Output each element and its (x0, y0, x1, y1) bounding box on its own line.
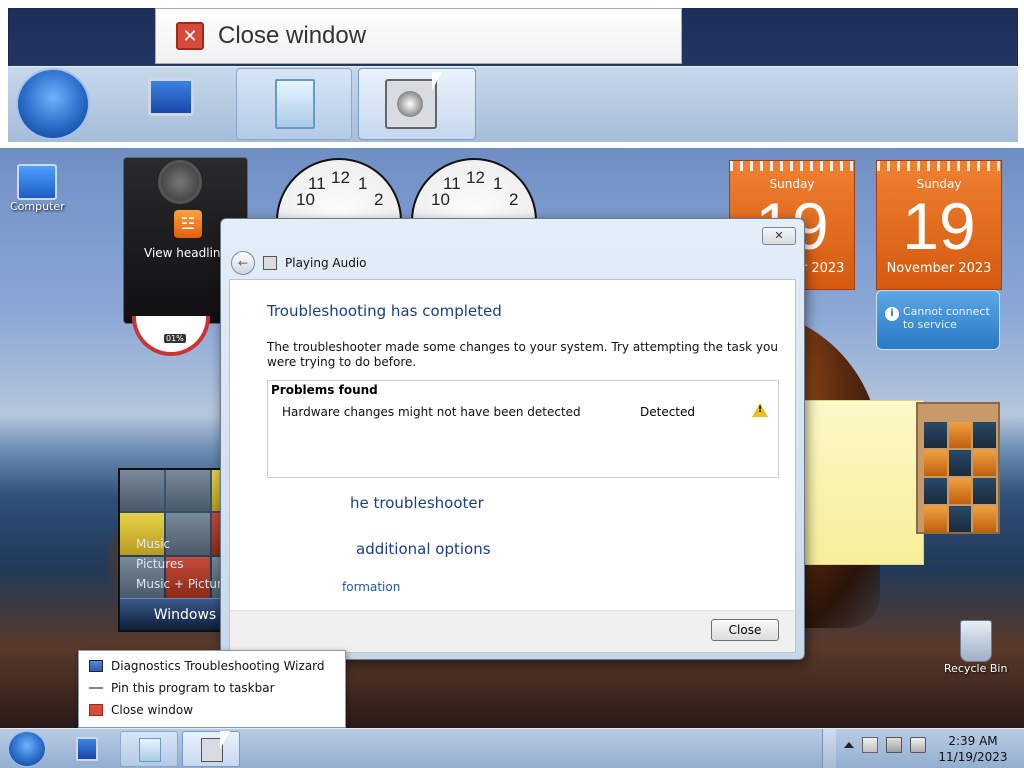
jumplist-item-label: Diagnostics Troubleshooting Wizard (111, 659, 325, 673)
magnified-directx-button (236, 68, 352, 140)
clock-number: 1 (358, 174, 368, 193)
puzzle-tile[interactable] (973, 450, 996, 476)
sticky-note-gadget[interactable] (804, 400, 924, 565)
desktop-icon-label: Computer (10, 200, 65, 213)
dialog-nav-title: Playing Audio (285, 256, 367, 270)
taskbar-date: 11/19/2023 (938, 750, 1008, 764)
magnified-start-orb (16, 68, 90, 140)
info-icon: i (885, 307, 899, 321)
taskbar-time: 2:39 AM (948, 734, 998, 748)
puzzle-tile[interactable] (948, 478, 972, 504)
clock-number: 12 (331, 168, 350, 187)
puzzle-tile[interactable] (948, 506, 972, 532)
jumplist-item-label: Pin this program to taskbar (111, 681, 275, 695)
puzzle-tile[interactable] (924, 450, 947, 476)
close-button[interactable]: Close (711, 619, 779, 641)
dialog-footer: Close (230, 610, 795, 652)
puzzle-tile[interactable] (948, 450, 972, 476)
dialog-heading: Troubleshooting has completed (267, 302, 502, 320)
taskbar: 2:39 AM 11/19/2023 (0, 728, 1024, 768)
mouse-cursor-icon (432, 72, 442, 90)
taskbar-remote-desktop[interactable] (58, 731, 116, 767)
magnifier-preview: ✕ Close window (0, 0, 1024, 148)
jumplist-item-label: Close window (111, 703, 194, 717)
puzzle-tile[interactable] (924, 506, 947, 532)
document-icon (139, 738, 161, 762)
dialog-content: Troubleshooting has completed The troubl… (229, 279, 796, 653)
rss-icon: ☳ (174, 210, 202, 238)
start-button[interactable] (8, 731, 46, 767)
magnified-close-window-item: ✕ Close window (155, 8, 682, 64)
back-arrow-icon[interactable]: ← (231, 251, 255, 275)
troubleshooting-dialog: ✕ ← Playing Audio Troubleshooting has co… (220, 218, 805, 660)
clock-number: 11 (308, 174, 326, 193)
clock-number: 2 (374, 190, 384, 209)
puzzle-tile[interactable] (948, 422, 972, 448)
audio-troubleshooter-icon (263, 256, 277, 270)
jumplist-item-pin[interactable]: Pin this program to taskbar (89, 681, 275, 695)
warning-icon: ! (752, 403, 768, 417)
puzzle-tile[interactable] (973, 506, 996, 532)
problems-found-panel: Problems found Hardware changes might no… (267, 380, 779, 478)
clock-number: 2 (509, 190, 519, 209)
show-hidden-icons-icon[interactable] (844, 742, 854, 748)
calendar-month-year: November 2023 (886, 261, 992, 276)
weather-gadget[interactable]: i Cannot connect to service (876, 290, 1000, 350)
calendar-rings (877, 161, 1001, 171)
magnified-close-window-label: Close window (218, 22, 367, 49)
magnified-remote-desktop-button (140, 68, 210, 140)
problem-description: Hardware changes might not have been det… (282, 405, 581, 419)
pin-icon (89, 687, 103, 689)
wizard-icon (89, 660, 103, 672)
close-troubleshooter-option[interactable]: he troubleshooter (350, 494, 484, 512)
taskbar-directx-diagnostic[interactable] (120, 731, 178, 767)
speaker-icon (385, 79, 437, 129)
weather-message: Cannot connect to service (903, 305, 990, 331)
desktop-icon-computer[interactable]: Computer (10, 164, 65, 213)
problems-header: Problems found (271, 383, 378, 397)
jumplist-item-close-window[interactable]: Close window (89, 703, 193, 717)
cpu-meter-value: 01% (164, 334, 186, 343)
taskbar-scroll[interactable] (822, 729, 836, 768)
puzzle-grid (924, 422, 996, 532)
calendar-day: 19 (902, 189, 976, 263)
magnified-audio-button (358, 68, 476, 140)
desktop-icon-recycle-bin[interactable]: Recycle Bin (944, 620, 1007, 675)
picture-puzzle-gadget[interactable] (916, 402, 1000, 534)
close-icon (89, 704, 103, 716)
dialog-message: The troubleshooter made some changes to … (267, 340, 778, 369)
calendar-rings (730, 161, 854, 171)
puzzle-tile[interactable] (973, 422, 996, 448)
volume-icon[interactable] (910, 737, 926, 753)
puzzle-tile[interactable] (924, 478, 947, 504)
system-tray (844, 737, 926, 753)
jumplist-item-wizard[interactable]: Diagnostics Troubleshooting Wizard (89, 659, 325, 673)
desktop-icon-label: Recycle Bin (944, 662, 1008, 675)
clock-number: 12 (466, 168, 485, 187)
magnifier-icon (158, 160, 202, 204)
taskbar-clock[interactable]: 2:39 AM 11/19/2023 (936, 733, 1010, 765)
mouse-cursor-icon (220, 731, 230, 749)
document-icon (275, 79, 315, 129)
monitor-icon (148, 78, 194, 116)
close-icon: ✕ (176, 22, 204, 50)
clock-number: 11 (443, 174, 461, 193)
detailed-information-link[interactable]: formation (342, 580, 400, 594)
problem-status: Detected (640, 405, 696, 419)
puzzle-tile[interactable] (973, 478, 996, 504)
explore-options-option[interactable]: additional options (356, 540, 491, 558)
dialog-nav: ← Playing Audio (231, 251, 367, 275)
recycle-bin-icon (959, 620, 992, 662)
computer-icon (17, 164, 58, 200)
calendar-gadget[interactable]: Sunday 19 November 2023 (876, 160, 1002, 290)
clock-number: 1 (493, 174, 503, 193)
monitor-icon (76, 737, 98, 761)
network-icon[interactable] (886, 737, 902, 753)
taskbar-audio-troubleshooter[interactable] (182, 731, 240, 767)
action-center-icon[interactable] (862, 737, 878, 753)
dialog-close-button[interactable]: ✕ (762, 227, 796, 245)
puzzle-tile[interactable] (924, 422, 947, 448)
jump-list: Diagnostics Troubleshooting Wizard Pin t… (78, 650, 346, 728)
